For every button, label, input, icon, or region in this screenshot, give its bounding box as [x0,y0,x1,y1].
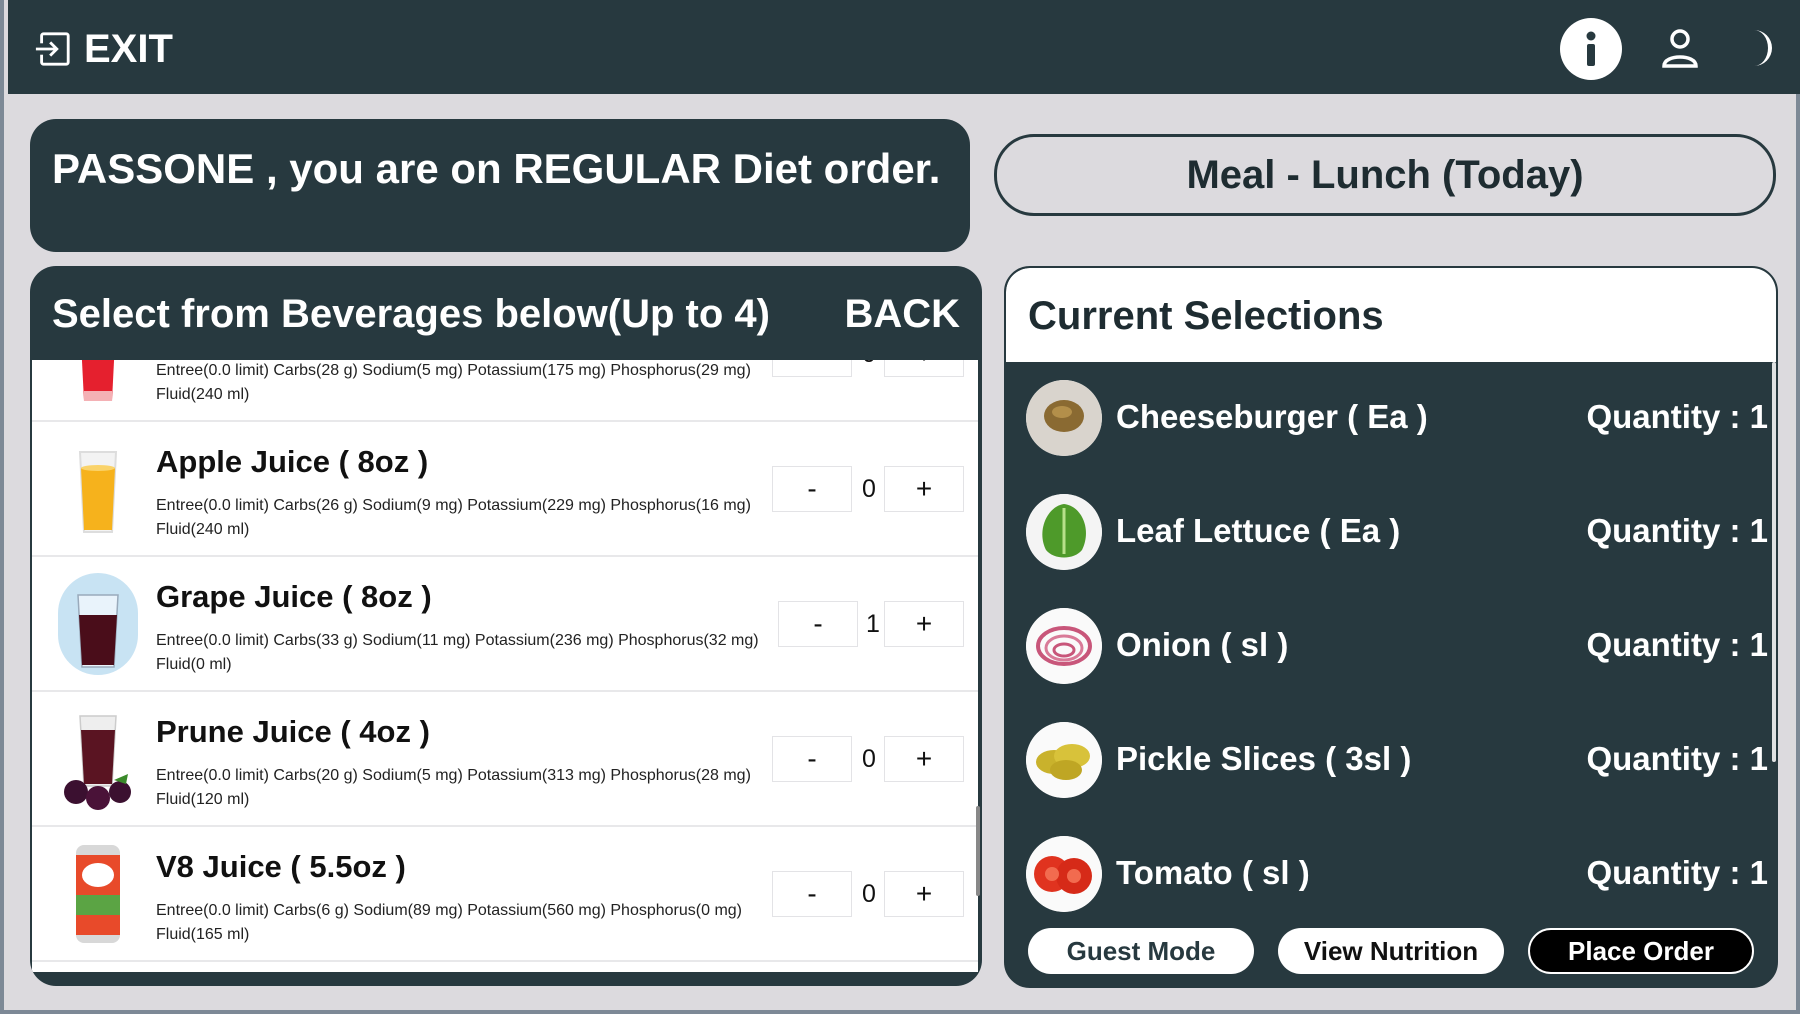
increase-button[interactable]: + [884,360,964,377]
decrease-button[interactable]: - [772,360,852,377]
selection-item[interactable]: Pickle Slices ( 3sl ) Quantity : 1 [1026,722,1768,800]
beverage-row: Prune Juice ( 4oz ) Entree(0.0 limit) Ca… [32,692,978,827]
apple-juice-image [54,436,142,542]
selection-quantity: Quantity : 1 [1586,512,1768,549]
selection-name: Cheeseburger ( Ea ) [1116,398,1428,435]
beverages-title: Select from Beverages below(Up to 4) [52,292,770,336]
info-button[interactable] [1560,18,1622,80]
exit-button[interactable]: EXIT [34,26,173,72]
beverage-image [54,360,142,407]
beverages-panel: Select from Beverages below(Up to 4) BAC… [30,266,982,986]
beverage-nutrition: Entree(0.0 limit) Carbs(28 g) Sodium(5 m… [156,362,751,403]
selection-item[interactable]: Leaf Lettuce ( Ea ) Quantity : 1 [1026,494,1768,572]
pickle-image [1026,722,1102,798]
selection-name: Pickle Slices ( 3sl ) [1116,740,1412,777]
exit-label: EXIT [84,26,173,71]
quantity-value: 0 [862,474,876,503]
guest-mode-button[interactable]: Guest Mode [1028,928,1254,974]
current-selections-header: Current Selections [1006,268,1776,362]
quantity-value: 0 [862,744,876,773]
selection-name: Leaf Lettuce ( Ea ) [1116,512,1401,549]
theme-toggle-button[interactable] [1738,26,1782,70]
beverage-row: Grape Juice ( 8oz ) Entree(0.0 limit) Ca… [32,557,978,692]
current-selections-panel: Current Selections Cheeseburger ( Ea ) Q… [1004,266,1778,988]
beverage-name: V8 Juice ( 5.5oz ) [156,849,406,884]
meal-selector[interactable]: Meal - Lunch (Today) [994,134,1776,216]
decrease-button[interactable]: - [772,466,852,512]
beverages-header: Select from Beverages below(Up to 4) BAC… [30,266,982,360]
diet-order-text: PASSONE , you are on REGULAR Diet order. [52,145,941,192]
beverage-list[interactable]: Entree(0.0 limit) Carbs(28 g) Sodium(5 m… [32,360,978,972]
prune-juice-image [54,706,142,812]
view-nutrition-button[interactable]: View Nutrition [1278,928,1504,974]
cheeseburger-image [1026,380,1102,456]
selection-name: Tomato ( sl ) [1116,854,1310,891]
beverage-row: V8 Juice ( 5.5oz ) Entree(0.0 limit) Car… [32,827,978,962]
app-frame: EXIT PASSONE , you are on REGULAR Diet o… [0,0,1800,1014]
beverage-row: Apple Juice ( 8oz ) Entree(0.0 limit) Ca… [32,422,978,557]
meal-label: Meal - Lunch (Today) [1186,152,1584,197]
selection-name: Onion ( sl ) [1116,626,1289,663]
beverage-nutrition: Entree(0.0 limit) Carbs(33 g) Sodium(11 … [156,632,759,673]
user-button[interactable] [1658,26,1702,70]
beverage-name: Apple Juice ( 8oz ) [156,444,429,479]
beverage-name: Prune Juice ( 4oz ) [156,714,430,749]
selection-quantity: Quantity : 1 [1586,398,1768,435]
current-selections-title: Current Selections [1028,294,1384,338]
v8-juice-image [54,841,142,947]
info-icon [1586,31,1596,66]
beverage-row: Entree(0.0 limit) Carbs(28 g) Sodium(5 m… [32,360,978,422]
selection-quantity: Quantity : 1 [1586,854,1768,891]
beverage-nutrition: Entree(0.0 limit) Carbs(6 g) Sodium(89 m… [156,902,742,943]
beverage-name: Grape Juice ( 8oz ) [156,579,432,614]
diet-order-banner: PASSONE , you are on REGULAR Diet order. [30,119,970,252]
onion-image [1026,608,1102,684]
beverage-list-scrollbar[interactable] [976,806,980,896]
quantity-value: 0 [862,879,876,908]
selection-item[interactable]: Onion ( sl ) Quantity : 1 [1026,608,1768,686]
selection-item[interactable]: Tomato ( sl ) Quantity : 1 [1026,836,1768,914]
decrease-button[interactable]: - [772,871,852,917]
selection-quantity: Quantity : 1 [1586,626,1768,663]
exit-icon [35,32,70,66]
increase-button[interactable]: + [884,466,964,512]
moon-icon [1754,30,1772,66]
decrease-button[interactable]: - [772,736,852,782]
beverage-nutrition: Entree(0.0 limit) Carbs(26 g) Sodium(9 m… [156,497,751,538]
back-button[interactable]: BACK [844,292,960,337]
tomato-image [1026,836,1102,912]
selections-scrollbar[interactable] [1772,362,1776,762]
top-bar: EXIT [8,0,1800,94]
place-order-button[interactable]: Place Order [1528,928,1754,974]
increase-button[interactable]: + [884,736,964,782]
increase-button[interactable]: + [884,601,964,647]
selection-item[interactable]: Cheeseburger ( Ea ) Quantity : 1 [1026,380,1768,458]
user-icon [1662,29,1698,68]
selection-quantity: Quantity : 1 [1586,740,1768,777]
beverage-nutrition: Entree(0.0 limit) Carbs(20 g) Sodium(5 m… [156,767,751,808]
decrease-button[interactable]: - [778,601,858,647]
quantity-value: 0 [854,360,884,377]
increase-button[interactable]: + [884,871,964,917]
grape-juice-image [54,571,142,677]
lettuce-image [1026,494,1102,570]
